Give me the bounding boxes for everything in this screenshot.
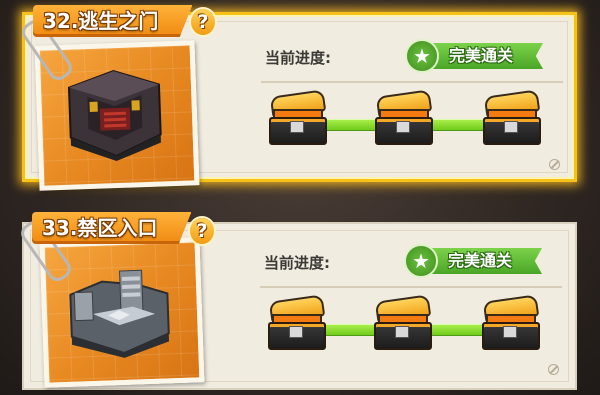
level-card-32[interactable]: 32.逃生之门 ? 当前进度: 完美通关 ★ bbox=[18, 5, 577, 191]
level-title: 33.禁区入口 bbox=[42, 216, 158, 240]
status-text: 完美通关 bbox=[449, 46, 514, 65]
star-icon: ★ bbox=[405, 39, 439, 73]
level-card-33[interactable]: 33.禁区入口 ? 当前进度: 完美通关 ★ bbox=[17, 212, 577, 390]
level-title: 32.逃生之门 bbox=[43, 9, 159, 33]
perfect-clear-badge: 完美通关 ★ bbox=[405, 39, 547, 73]
star-icon: ★ bbox=[404, 244, 438, 278]
treasure-chest-icon[interactable] bbox=[481, 89, 541, 145]
level-title-tab: 33.禁区入口 bbox=[32, 212, 192, 244]
level-title-tab: 32.逃生之门 bbox=[33, 5, 193, 37]
divider bbox=[260, 286, 562, 288]
progress-label: 当前进度: bbox=[264, 254, 330, 272]
restricted-entrance-room-image bbox=[69, 269, 170, 358]
treasure-chest-icon[interactable] bbox=[480, 294, 540, 350]
badge-ribbon: 完美通关 bbox=[423, 43, 543, 69]
status-text: 完美通关 bbox=[448, 251, 513, 270]
no-sign-icon bbox=[548, 364, 559, 375]
treasure-chest-icon[interactable] bbox=[267, 89, 327, 145]
treasure-chest-icon[interactable] bbox=[373, 89, 433, 145]
perfect-clear-badge: 完美通关 ★ bbox=[404, 244, 546, 278]
no-sign-icon bbox=[549, 159, 560, 170]
treasure-chest-icon[interactable] bbox=[372, 294, 432, 350]
badge-ribbon: 完美通关 bbox=[422, 248, 542, 274]
treasure-chest-icon[interactable] bbox=[266, 294, 326, 350]
escape-gate-room-image bbox=[67, 70, 162, 162]
help-icon[interactable]: ? bbox=[190, 218, 214, 244]
divider bbox=[261, 81, 563, 83]
progress-label: 当前进度: bbox=[265, 49, 331, 67]
help-icon[interactable]: ? bbox=[191, 9, 215, 35]
